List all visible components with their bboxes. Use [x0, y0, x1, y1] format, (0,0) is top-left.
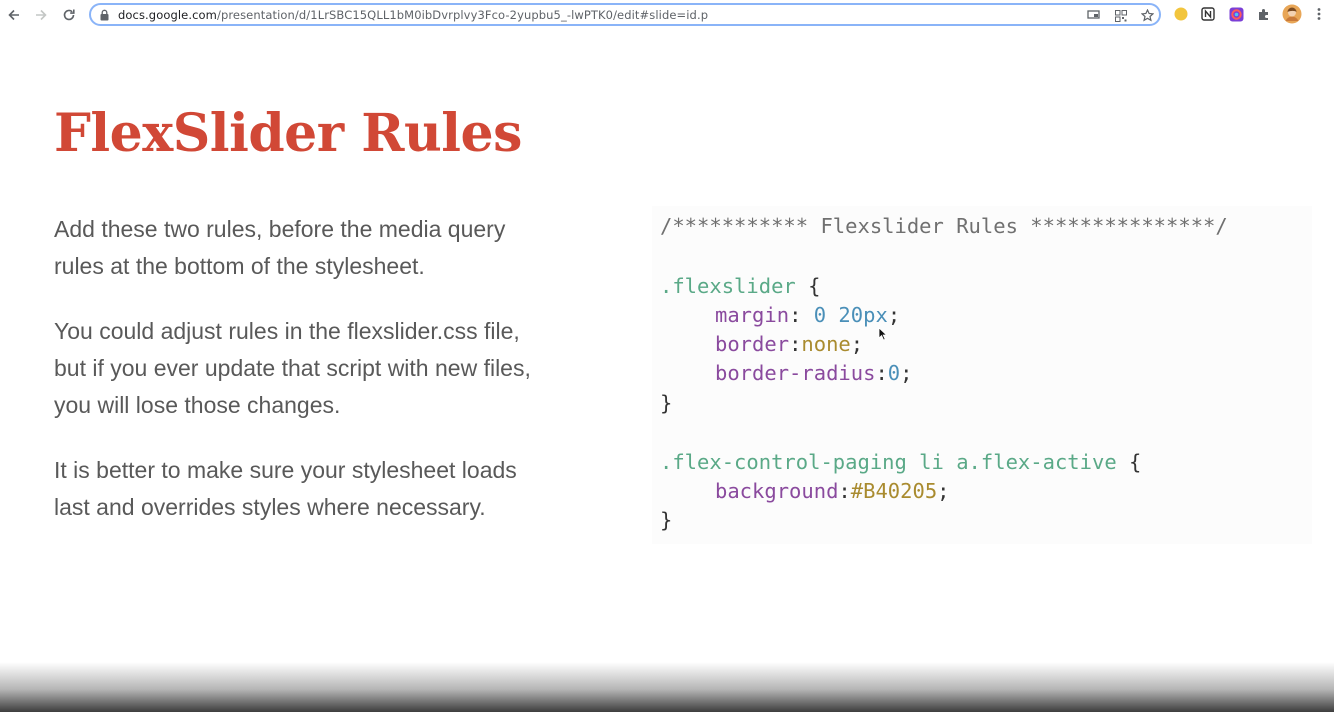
semicolon: ;	[900, 361, 913, 385]
back-icon[interactable]	[3, 4, 25, 26]
slide-title: FlexSlider Rules	[54, 103, 522, 164]
close-brace: }	[660, 391, 673, 415]
semicolon: ;	[937, 479, 950, 503]
paragraph-2-line-1: You could adjust rules in the flexslider…	[54, 318, 520, 344]
extension-n-icon[interactable]	[1200, 6, 1216, 22]
bookmark-star-icon[interactable]	[1140, 8, 1155, 23]
lock-icon[interactable]	[99, 9, 110, 21]
semicolon: ;	[850, 332, 864, 356]
colon: :	[875, 361, 888, 385]
address-bar[interactable]: docs.google.com/presentation/d/1LrSBC15Q…	[89, 3, 1161, 26]
css-value: 0 20px	[813, 303, 888, 327]
reload-icon[interactable]	[58, 4, 80, 26]
code-line-border: border:none;	[715, 334, 863, 355]
colon: :	[789, 303, 814, 327]
page: docs.google.com/presentation/d/1LrSBC15Q…	[0, 0, 1334, 712]
extension-circle-icon[interactable]	[1228, 6, 1244, 22]
puzzle-extensions-icon[interactable]	[1256, 6, 1272, 22]
url-path: /presentation/d/1LrSBC15QLL1bM0ibDvrplvy…	[216, 8, 709, 22]
paragraph-2-line-3: you will lose those changes.	[54, 392, 341, 418]
open-brace: {	[795, 274, 821, 298]
css-property: background	[715, 479, 839, 503]
colon: :	[838, 479, 851, 503]
url-text[interactable]: docs.google.com/presentation/d/1LrSBC15Q…	[118, 8, 708, 22]
paragraph-1-line-1: Add these two rules, before the media qu…	[54, 216, 506, 242]
url-host: docs.google.com	[118, 8, 217, 22]
semicolon: ;	[887, 303, 901, 327]
code-line-selector-1: .flexslider {	[660, 276, 820, 297]
css-value: none	[801, 332, 851, 356]
css-value: #B40205	[850, 479, 938, 503]
mouse-pointer-icon	[878, 327, 888, 341]
paragraph-3-line-1: It is better to make sure your styleshee…	[54, 457, 517, 483]
css-property: margin	[715, 303, 790, 327]
code-comment: /*********** Flexslider Rules **********…	[660, 214, 1228, 238]
qr-code-icon[interactable]	[1113, 8, 1128, 23]
css-selector: .flex-control-paging li a.flex-active	[660, 450, 1117, 474]
open-brace: {	[1116, 450, 1142, 474]
paragraph-3: It is better to make sure your styleshee…	[54, 452, 614, 526]
colon: :	[789, 332, 802, 356]
browser-toolbar: docs.google.com/presentation/d/1LrSBC15Q…	[0, 0, 1334, 31]
bottom-shadow	[0, 662, 1334, 712]
paragraph-3-line-2: last and overrides styles where necessar…	[54, 494, 486, 520]
css-property: border	[715, 332, 790, 356]
extension-yellow-icon[interactable]	[1173, 6, 1189, 22]
paragraph-1-line-2: rules at the bottom of the stylesheet.	[54, 253, 425, 279]
paragraph-1: Add these two rules, before the media qu…	[54, 211, 614, 285]
code-line-background: background:#B40205;	[715, 481, 950, 502]
paragraph-2: You could adjust rules in the flexslider…	[54, 313, 614, 424]
profile-avatar[interactable]	[1282, 4, 1302, 24]
code-line-selector-2: .flex-control-paging li a.flex-active {	[660, 452, 1141, 473]
close-brace: }	[660, 508, 673, 532]
code-line-margin: margin: 0 20px;	[715, 305, 900, 326]
css-property: border-radius	[715, 361, 876, 385]
cast-icon[interactable]	[1086, 8, 1101, 23]
forward-icon[interactable]	[30, 4, 52, 26]
css-selector: .flexslider	[660, 274, 796, 298]
code-line-border-radius: border-radius:0;	[715, 363, 912, 384]
css-value: 0	[887, 361, 901, 385]
menu-kebab-icon[interactable]	[1311, 6, 1327, 22]
paragraph-2-line-2: but if you ever update that script with …	[54, 355, 531, 381]
